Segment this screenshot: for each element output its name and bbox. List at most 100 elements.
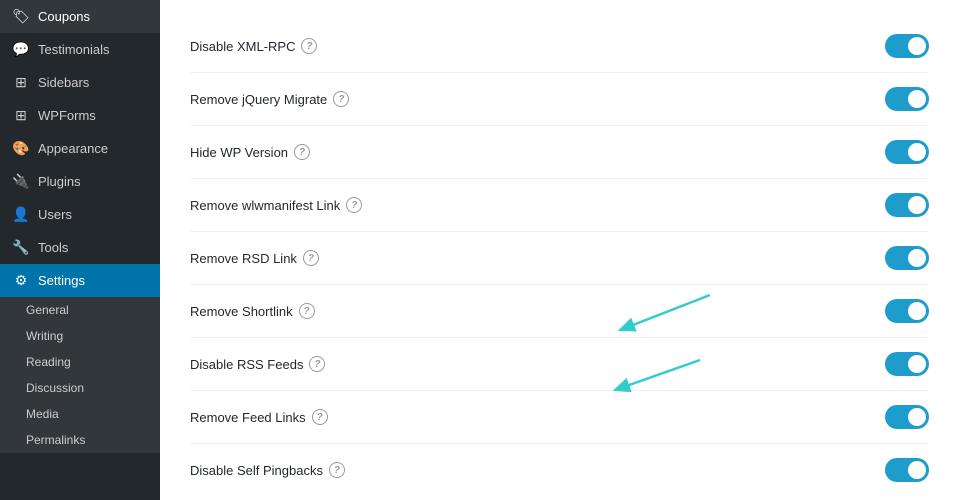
toggle-remove-shortlink[interactable] — [885, 299, 929, 323]
settings-active-arrow — [153, 273, 160, 289]
sidebar-label-sidebars: Sidebars — [38, 75, 89, 90]
tools-icon: 🔧 — [12, 239, 30, 256]
sidebar-label-users: Users — [38, 207, 72, 222]
toggle-thumb-disable-rss-feeds — [908, 355, 926, 373]
toggle-track-disable-self-pingbacks — [885, 458, 929, 482]
sidebar-item-testimonials[interactable]: 💬 Testimonials — [0, 33, 160, 66]
toggle-disable-xml-rpc[interactable] — [885, 34, 929, 58]
users-icon: 👤 — [12, 206, 30, 223]
setting-text-disable-xml-rpc: Disable XML-RPC — [190, 39, 295, 54]
sidebar: 🏷 Coupons 💬 Testimonials ⊞ Sidebars ⊞ WP… — [0, 0, 160, 500]
sidebar-label-appearance: Appearance — [38, 141, 108, 156]
setting-label-hide-wp-version: Hide WP Version ? — [190, 144, 869, 160]
help-icon-disable-xml-rpc[interactable]: ? — [301, 38, 317, 54]
toggle-thumb-remove-wlwmanifest-link — [908, 196, 926, 214]
sidebar-label-coupons: Coupons — [38, 9, 90, 24]
submenu-media[interactable]: Media — [0, 401, 160, 427]
sidebar-item-users[interactable]: 👤 Users — [0, 198, 160, 231]
setting-text-remove-shortlink: Remove Shortlink — [190, 304, 293, 319]
submenu-permalinks[interactable]: Permalinks — [0, 427, 160, 453]
settings-icon: ⚙ — [12, 272, 30, 289]
toggle-remove-feed-links[interactable] — [885, 405, 929, 429]
wpforms-icon: ⊞ — [12, 107, 30, 124]
submenu-reading[interactable]: Reading — [0, 349, 160, 375]
toggle-thumb-disable-self-pingbacks — [908, 461, 926, 479]
setting-text-disable-rss-feeds: Disable RSS Feeds — [190, 357, 303, 372]
toggle-track-hide-wp-version — [885, 140, 929, 164]
toggle-track-remove-jquery-migrate — [885, 87, 929, 111]
setting-text-remove-jquery-migrate: Remove jQuery Migrate — [190, 92, 327, 107]
setting-text-remove-feed-links: Remove Feed Links — [190, 410, 306, 425]
setting-row-disable-xml-rpc: Disable XML-RPC ? — [190, 20, 929, 73]
toggle-thumb-remove-shortlink — [908, 302, 926, 320]
help-icon-remove-rsd-link[interactable]: ? — [303, 250, 319, 266]
setting-label-disable-rss-feeds: Disable RSS Feeds ? — [190, 356, 869, 372]
help-icon-disable-self-pingbacks[interactable]: ? — [329, 462, 345, 478]
sidebar-item-plugins[interactable]: 🔌 Plugins — [0, 165, 160, 198]
sidebar-item-tools[interactable]: 🔧 Tools — [0, 231, 160, 264]
coupons-icon: 🏷 — [12, 8, 30, 25]
help-icon-disable-rss-feeds[interactable]: ? — [309, 356, 325, 372]
sidebar-item-wpforms[interactable]: ⊞ WPForms — [0, 99, 160, 132]
sidebar-item-settings[interactable]: ⚙ Settings — [0, 264, 160, 297]
toggle-remove-jquery-migrate[interactable] — [885, 87, 929, 111]
setting-row-remove-wlwmanifest-link: Remove wlwmanifest Link ? — [190, 179, 929, 232]
plugins-icon: 🔌 — [12, 173, 30, 190]
setting-label-remove-jquery-migrate: Remove jQuery Migrate ? — [190, 91, 869, 107]
testimonials-icon: 💬 — [12, 41, 30, 58]
setting-text-remove-wlwmanifest-link: Remove wlwmanifest Link — [190, 198, 340, 213]
setting-label-remove-rsd-link: Remove RSD Link ? — [190, 250, 869, 266]
setting-text-hide-wp-version: Hide WP Version — [190, 145, 288, 160]
toggle-disable-rss-feeds[interactable] — [885, 352, 929, 376]
toggle-thumb-remove-feed-links — [908, 408, 926, 426]
toggle-hide-wp-version[interactable] — [885, 140, 929, 164]
toggle-track-remove-shortlink — [885, 299, 929, 323]
submenu-writing[interactable]: Writing — [0, 323, 160, 349]
toggle-remove-wlwmanifest-link[interactable] — [885, 193, 929, 217]
setting-row-remove-jquery-migrate: Remove jQuery Migrate ? — [190, 73, 929, 126]
toggle-thumb-hide-wp-version — [908, 143, 926, 161]
settings-submenu: General Writing Reading Discussion Media… — [0, 297, 160, 453]
toggle-thumb-remove-jquery-migrate — [908, 90, 926, 108]
setting-label-disable-self-pingbacks: Disable Self Pingbacks ? — [190, 462, 869, 478]
help-icon-remove-wlwmanifest-link[interactable]: ? — [346, 197, 362, 213]
help-icon-hide-wp-version[interactable]: ? — [294, 144, 310, 160]
sidebar-label-tools: Tools — [38, 240, 68, 255]
setting-text-remove-rsd-link: Remove RSD Link — [190, 251, 297, 266]
toggle-track-disable-rss-feeds — [885, 352, 929, 376]
setting-label-disable-xml-rpc: Disable XML-RPC ? — [190, 38, 869, 54]
sidebar-label-testimonials: Testimonials — [38, 42, 110, 57]
toggle-remove-rsd-link[interactable] — [885, 246, 929, 270]
help-icon-remove-jquery-migrate[interactable]: ? — [333, 91, 349, 107]
help-icon-remove-shortlink[interactable]: ? — [299, 303, 315, 319]
toggle-thumb-remove-rsd-link — [908, 249, 926, 267]
toggle-thumb-disable-xml-rpc — [908, 37, 926, 55]
sidebar-label-wpforms: WPForms — [38, 108, 96, 123]
toggle-track-remove-wlwmanifest-link — [885, 193, 929, 217]
sidebars-icon: ⊞ — [12, 74, 30, 91]
settings-content: Disable XML-RPC ? Remove jQuery Migrate … — [160, 0, 959, 500]
setting-label-remove-shortlink: Remove Shortlink ? — [190, 303, 869, 319]
help-icon-remove-feed-links[interactable]: ? — [312, 409, 328, 425]
settings-list: Disable XML-RPC ? Remove jQuery Migrate … — [190, 20, 929, 496]
toggle-disable-self-pingbacks[interactable] — [885, 458, 929, 482]
main-content: Disable XML-RPC ? Remove jQuery Migrate … — [160, 0, 959, 500]
sidebar-item-appearance[interactable]: 🎨 Appearance — [0, 132, 160, 165]
sidebar-label-settings: Settings — [38, 273, 85, 288]
setting-row-remove-feed-links: Remove Feed Links ? — [190, 391, 929, 444]
setting-row-disable-self-pingbacks: Disable Self Pingbacks ? — [190, 444, 929, 496]
setting-text-disable-self-pingbacks: Disable Self Pingbacks — [190, 463, 323, 478]
setting-label-remove-wlwmanifest-link: Remove wlwmanifest Link ? — [190, 197, 869, 213]
toggle-track-remove-feed-links — [885, 405, 929, 429]
setting-row-hide-wp-version: Hide WP Version ? — [190, 126, 929, 179]
submenu-discussion[interactable]: Discussion — [0, 375, 160, 401]
setting-row-remove-rsd-link: Remove RSD Link ? — [190, 232, 929, 285]
setting-row-disable-rss-feeds: Disable RSS Feeds ? — [190, 338, 929, 391]
sidebar-label-plugins: Plugins — [38, 174, 81, 189]
submenu-general[interactable]: General — [0, 297, 160, 323]
sidebar-item-coupons[interactable]: 🏷 Coupons — [0, 0, 160, 33]
toggle-track-disable-xml-rpc — [885, 34, 929, 58]
setting-row-remove-shortlink: Remove Shortlink ? — [190, 285, 929, 338]
toggle-track-remove-rsd-link — [885, 246, 929, 270]
sidebar-item-sidebars[interactable]: ⊞ Sidebars — [0, 66, 160, 99]
